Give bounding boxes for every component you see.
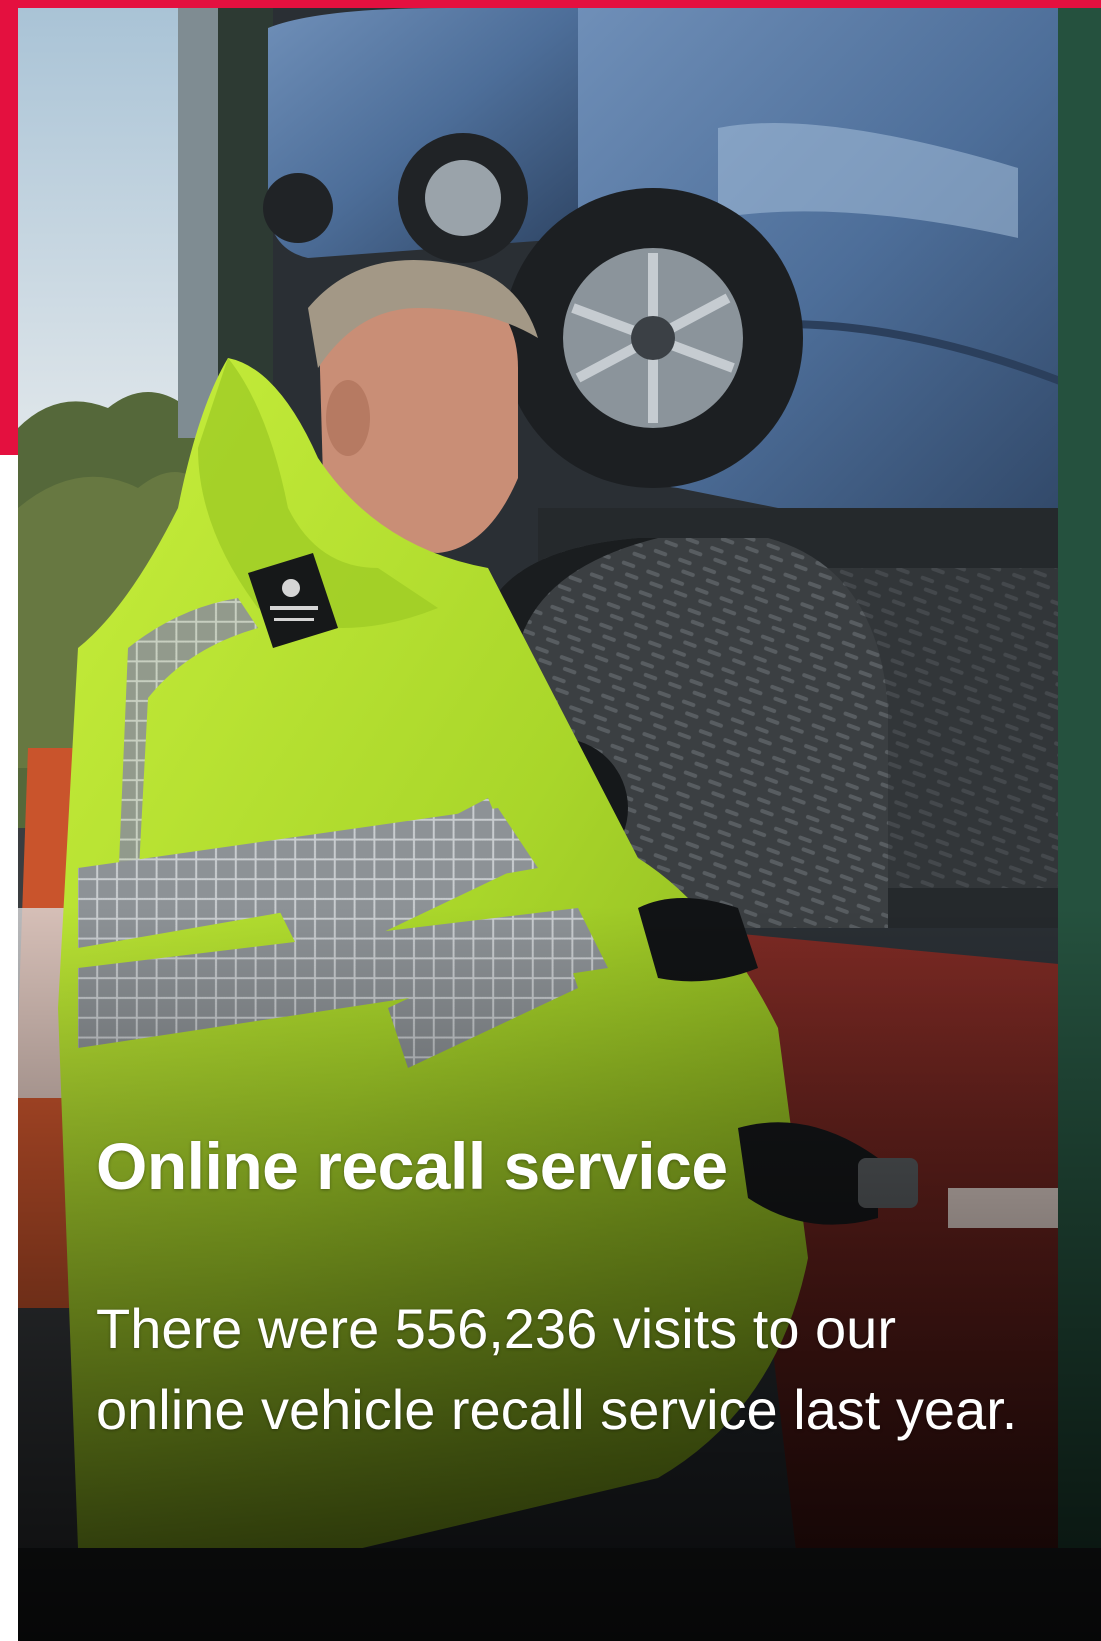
accent-bar-left (0, 0, 20, 455)
promo-card[interactable]: Online recall service There were 556,236… (18, 8, 1101, 1641)
recall-service-promo: Online recall service There were 556,236… (0, 0, 1101, 1641)
card-description: There were 556,236 visits to our online … (96, 1297, 1018, 1441)
card-title: Online recall service (96, 1129, 728, 1203)
